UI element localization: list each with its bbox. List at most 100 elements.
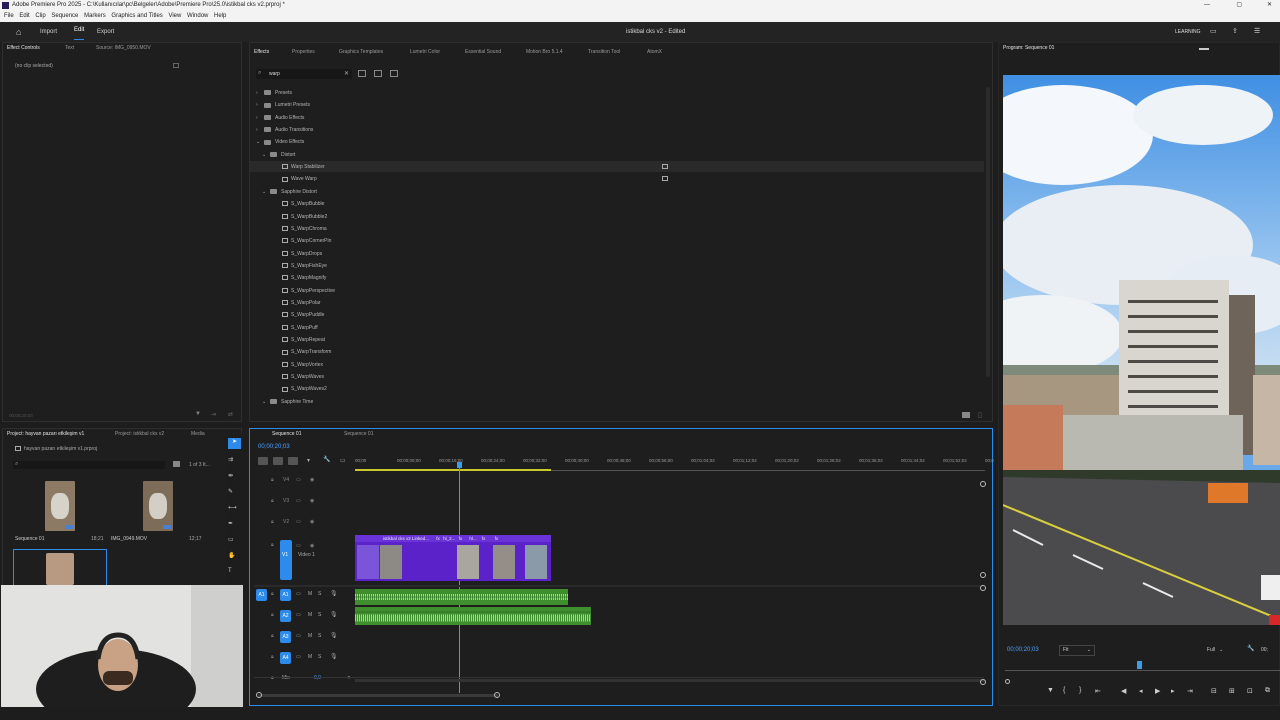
tab-effect-controls[interactable]: Effect Controls [7,43,40,54]
panel-toggle-icon[interactable] [173,63,179,68]
solo-icon[interactable]: S [318,612,321,618]
extract-icon[interactable]: ⊞ [1229,687,1235,695]
tab-essential-sound[interactable]: Essential Sound [465,43,501,61]
rectangle-tool-icon[interactable]: ▭ [228,536,234,543]
menu-file[interactable]: File [4,13,14,19]
type-tool-icon[interactable]: T [228,568,232,574]
sync-lock-icon[interactable]: ▭ [296,498,301,504]
new-bin-icon[interactable] [173,461,180,467]
chevron-right-icon[interactable]: › [256,87,264,99]
mute-icon[interactable]: M [308,633,312,639]
track-label[interactable]: A1 [280,589,291,601]
video-track-header[interactable]: 🔒︎ V4 ▭ ◉ [254,475,354,487]
zoom-handle[interactable] [1005,679,1010,684]
video-clip[interactable]: istikbal cks v2 Linked... fx hl_2... fx … [355,535,551,581]
effects-search-box[interactable]: ⌕ warp ✕ [256,69,352,79]
sync-lock-icon[interactable]: ▭ [296,612,301,618]
video-track-header[interactable]: 🔒︎ V1 Video 1 ▭ ◉ [254,540,354,582]
effect-item[interactable]: Wave Warp [268,173,317,185]
sync-lock-icon[interactable]: ▭ [296,519,301,525]
source-patch-a1[interactable]: A1 [256,589,267,601]
lock-icon[interactable]: 🔒︎ [271,675,274,681]
microphone-icon[interactable]: 🎙︎ [330,653,338,660]
eye-icon[interactable]: ◉ [310,519,314,525]
solo-icon[interactable]: S [318,654,321,660]
comparison-view-icon[interactable]: ⧉ [1265,687,1270,695]
quick-export-icon[interactable]: ⇪ [1232,22,1238,42]
workspace-export[interactable]: Export [97,22,114,42]
track-label[interactable]: A2 [280,610,291,622]
selection-tool-icon[interactable]: ➤ [228,438,241,449]
audio-track-header[interactable]: 🔒︎ A2 ▭ M S 🎙︎ [254,610,354,624]
tab-sequence-01[interactable]: Sequence 01 [272,429,301,440]
step-back-icon[interactable]: ◀ [1121,687,1126,695]
effect-item[interactable]: S_WarpWaves [268,371,324,383]
minimize-icon[interactable]: — [1204,0,1210,11]
lock-icon[interactable]: 🔒︎ [271,612,274,618]
sync-lock-icon[interactable]: ▭ [296,477,301,483]
chevron-down-icon[interactable]: ⌄ [262,396,270,408]
sync-lock-icon[interactable]: ▭ [296,543,301,549]
effect-item[interactable]: S_WarpFishEye [268,260,327,272]
delete-icon[interactable]: ▯ [978,411,982,419]
tab-source[interactable]: Source: IMG_0950.MOV [96,43,151,54]
effect-item[interactable]: S_WarpMagnify [268,272,326,284]
snap-icon[interactable] [273,457,283,465]
razor-tool-icon[interactable]: ✎ [228,488,233,495]
maximize-icon[interactable]: ▢ [1236,0,1242,11]
tab-motion-bro[interactable]: Motion Bro 5.1.4 [526,43,563,61]
tab-properties[interactable]: Properties [292,43,315,61]
tab-effects[interactable]: Effects [254,43,269,61]
chevron-down-icon[interactable]: ⌄ [262,186,270,198]
add-marker-icon[interactable]: ▾ [307,457,310,464]
video-track-header[interactable]: 🔒︎ V3 ▭ ◉ [254,496,354,508]
step-forward-icon[interactable]: ▸ [1171,687,1175,695]
nest-toggle-icon[interactable] [258,457,268,465]
audio-track-header[interactable]: A1 🔒︎ A1 ▭ M S 🎙︎ [254,589,354,603]
track-label[interactable]: A4 [280,652,291,664]
eye-icon[interactable]: ◉ [310,498,314,504]
lock-icon[interactable]: 🔒︎ [271,654,274,660]
program-playhead[interactable] [1137,661,1142,669]
filter-icon[interactable]: ▼ [195,411,201,417]
lock-icon[interactable]: 🔒︎ [271,542,274,548]
audio-scroll-handle[interactable] [980,679,986,685]
lock-icon[interactable]: 🔒︎ [271,477,274,483]
pen-tool-icon[interactable]: ✒ [228,520,233,527]
workspace-import[interactable]: Import [40,22,57,42]
menu-help[interactable]: Help [214,13,226,19]
audio-clip-a2[interactable] [355,607,591,625]
effect-item[interactable]: S_WarpBubble2 [268,211,327,223]
ripple-edit-tool-icon[interactable]: ⇹ [228,472,233,479]
microphone-icon[interactable]: 🎙︎ [330,590,338,597]
work-area-bar[interactable] [355,469,551,471]
chevron-right-icon[interactable]: › [256,112,264,124]
timeline-horizontal-scrollbar[interactable] [258,694,498,697]
video-audio-divider[interactable] [254,585,984,587]
tab-transition-tool[interactable]: Transition Tool [588,43,620,61]
effects-folder[interactable]: › Presets [256,87,292,99]
effects-folder[interactable]: ⌄ Sapphire Distort [262,186,317,198]
effect-item[interactable]: S_WarpRepeat [268,334,325,346]
menu-clip[interactable]: Clip [35,13,45,19]
tab-project-hayvan[interactable]: Project: hayvan pazarı etkileşim v1 [7,429,84,440]
solo-icon[interactable]: S [318,591,321,597]
selected-project-item[interactable] [13,549,107,587]
play-icon[interactable]: ▶ [1155,687,1160,695]
audio-track-header[interactable]: 🔒︎ A3 ▭ M S 🎙︎ [254,631,354,645]
menu-graphics[interactable]: Graphics and Titles [111,13,162,19]
home-icon[interactable]: ⌂ [16,22,21,42]
export-frame-icon[interactable]: ⊡ [1247,687,1253,695]
microphone-icon[interactable]: 🎙︎ [330,632,338,639]
effects-folder[interactable]: ⌄ Distort [262,149,295,161]
panel-drag-handle[interactable] [1199,48,1209,50]
yuv-effects-icon[interactable] [390,70,398,77]
mix-value[interactable]: 0,0 [314,675,321,681]
chevron-down-icon[interactable]: ⌄ [256,136,264,148]
eye-icon[interactable]: ◉ [310,477,314,483]
microphone-icon[interactable]: 🎙︎ [330,611,338,618]
source-patch-v1[interactable] [280,540,292,580]
export-frame-icon[interactable]: ⇥ [211,411,216,418]
eye-icon[interactable]: ◉ [310,543,314,549]
timeline-settings-icon[interactable]: 🔧 [323,456,330,463]
